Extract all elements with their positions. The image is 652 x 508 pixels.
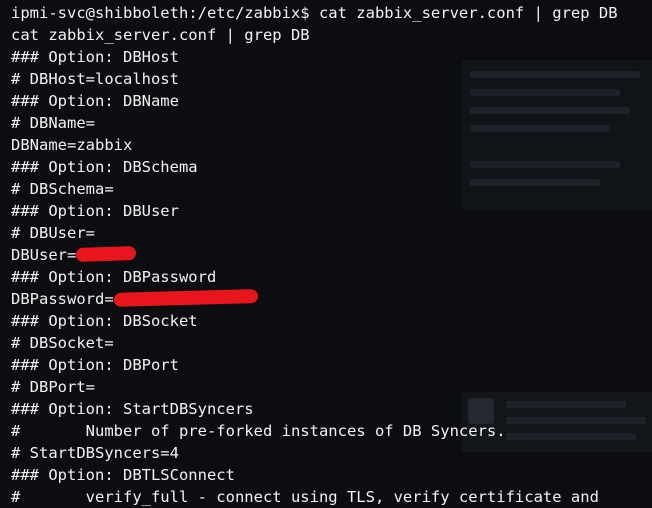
terminal-line: # verify_full - connect using TLS, verif… <box>11 488 599 506</box>
terminal-line: # DBHost=localhost <box>11 70 179 88</box>
terminal-line: ### Option: DBHost <box>11 48 179 66</box>
redaction-mark-user <box>76 245 137 263</box>
terminal-line: ### Option: DBPassword <box>11 268 217 286</box>
terminal-line: ### Option: DBTLSConnect <box>11 466 235 484</box>
terminal-line: ### Option: DBSchema <box>11 158 198 176</box>
dbuser-key: DBUser= <box>11 246 77 264</box>
terminal-prompt-line: ipmi-svc@shibboleth:/etc/zabbix$ cat zab… <box>11 4 618 22</box>
terminal-line: ### Option: StartDBSyncers <box>11 400 254 418</box>
terminal-line: ### Option: DBPort <box>11 356 179 374</box>
terminal-line: # DBSchema= <box>11 180 114 198</box>
terminal-line: # Number of pre-forked instances of DB S… <box>11 422 506 440</box>
terminal-line: # DBUser= <box>11 224 95 242</box>
terminal-line: ### Option: DBUser <box>11 202 179 220</box>
dbpassword-key: DBPassword= <box>11 290 114 308</box>
terminal-line: ### Option: DBName <box>11 92 179 110</box>
terminal-line: DBName=zabbix <box>11 136 133 154</box>
terminal-line: ### Option: DBSocket <box>11 312 198 330</box>
redaction-mark-password <box>113 289 258 307</box>
terminal-line: cat zabbix_server.conf | grep DB <box>11 26 310 44</box>
terminal-line: # StartDBSyncers=4 <box>11 444 179 462</box>
terminal-output[interactable]: ipmi-svc@shibboleth:/etc/zabbix$ cat zab… <box>11 2 652 508</box>
terminal-line-dbuser: DBUser= <box>11 244 652 266</box>
terminal-line: # DBName= <box>11 114 95 132</box>
terminal-line: # DBPort= <box>11 378 95 396</box>
terminal-line-dbpassword: DBPassword= <box>11 288 652 310</box>
terminal-line: # DBSocket= <box>11 334 114 352</box>
